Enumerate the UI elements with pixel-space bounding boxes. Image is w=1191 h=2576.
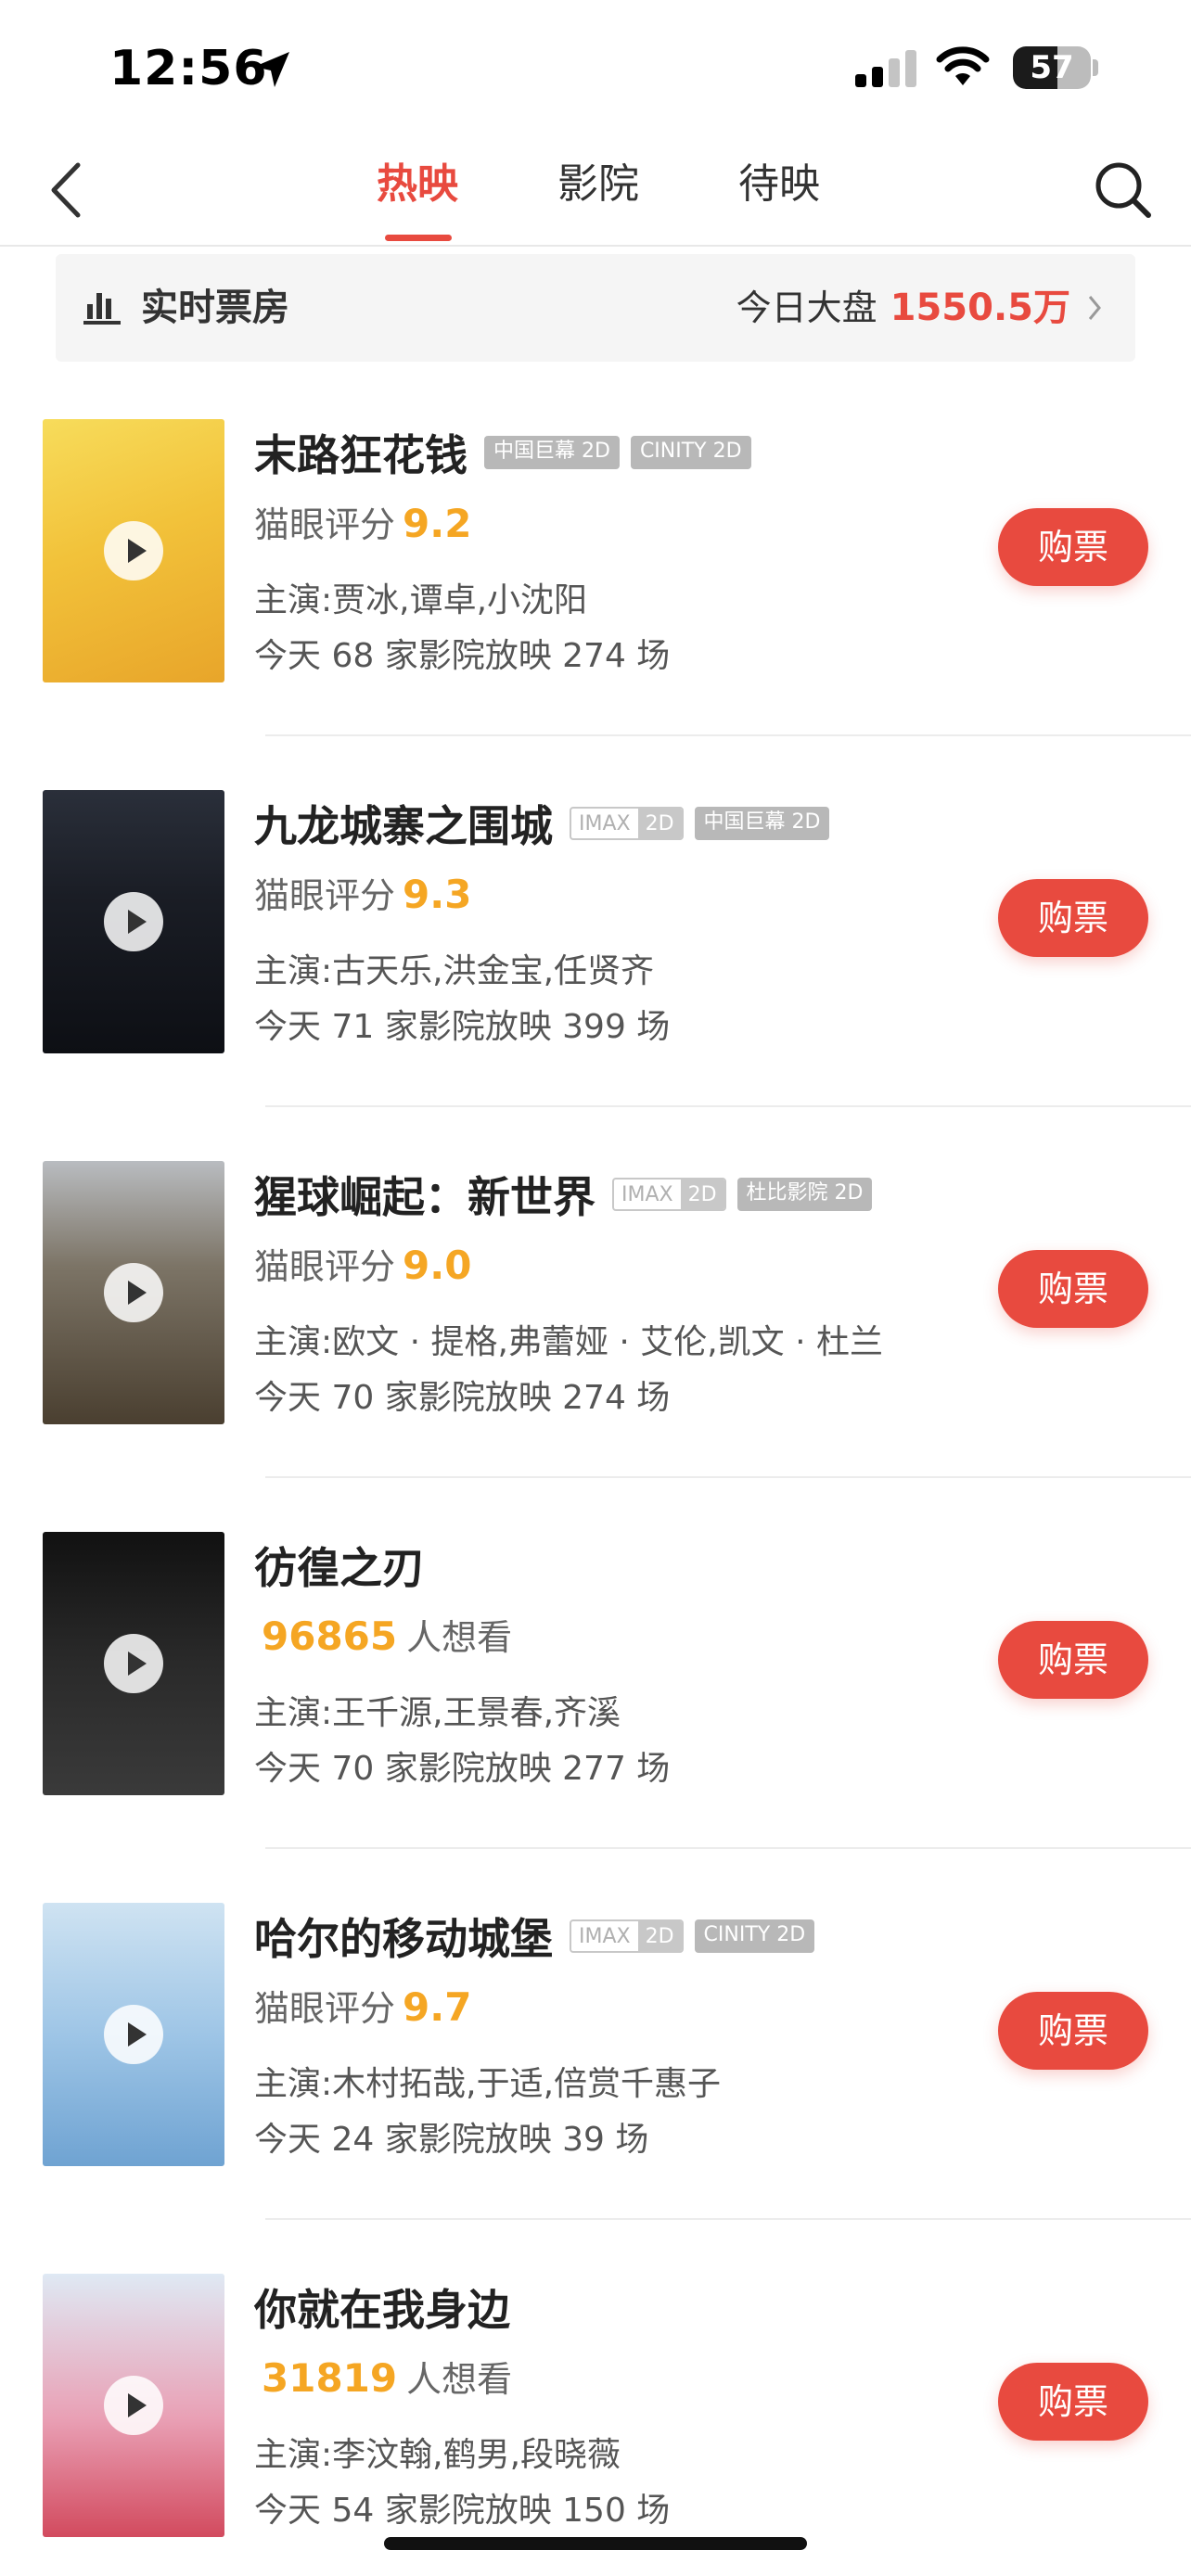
bar-chart-icon (83, 293, 121, 325)
movie-score: 猫眼评分 9.2 (254, 501, 472, 546)
play-trailer-icon[interactable] (104, 2376, 163, 2435)
divider (265, 1847, 1191, 1849)
nav-bar: 热映 影院 待映 (0, 139, 1191, 247)
buy-ticket-button[interactable]: 购票 (998, 1621, 1148, 1699)
buy-ticket-button[interactable]: 购票 (998, 1250, 1148, 1328)
play-trailer-icon[interactable] (104, 521, 163, 580)
buy-ticket-button[interactable]: 购票 (998, 2363, 1148, 2441)
movie-poster[interactable] (43, 2274, 224, 2537)
movie-cast: 主演:木村拓哉,于适,倍赏千惠子 (254, 2065, 722, 2103)
play-trailer-icon[interactable] (104, 1634, 163, 1693)
movie-poster[interactable] (43, 1532, 224, 1795)
movie-item[interactable]: 末路狂花钱 中国巨幕 2D CINITY 2D 猫眼评分 9.2 主演:贾冰,谭卓… (0, 419, 1191, 790)
movie-title: 九龙城寨之围城 (254, 801, 553, 851)
movie-poster[interactable] (43, 1903, 224, 2166)
tab-cinemas[interactable]: 影院 (533, 152, 663, 245)
cellular-signal-icon (855, 50, 916, 87)
movie-showings: 今天 70 家影院放映 274 场 (254, 1379, 671, 1417)
back-icon[interactable] (46, 158, 87, 223)
movie-cast: 主演:欧文 · 提格,弗蕾娅 · 艾伦,凯文 · 杜兰 (254, 1323, 884, 1361)
wifi-icon (936, 46, 990, 85)
movie-poster[interactable] (43, 790, 224, 1053)
buy-ticket-button[interactable]: 购票 (998, 879, 1148, 957)
status-time: 12:56 (109, 41, 268, 96)
format-tag: CINITY 2D (694, 1919, 815, 1953)
format-tag: CINITY 2D (630, 436, 751, 469)
movie-showings: 今天 54 家影院放映 150 场 (254, 2492, 671, 2530)
imax-tag: IMAX 2D (570, 807, 684, 840)
play-trailer-icon[interactable] (104, 2005, 163, 2064)
movie-cast: 主演:李汶翰,鹤男,段晓薇 (254, 2436, 621, 2474)
divider (265, 1476, 1191, 1478)
movie-cast: 主演:古天乐,洪金宝,任贤齐 (254, 952, 655, 990)
status-bar: 12:56 57 (0, 0, 1191, 139)
movie-showings: 今天 68 家影院放映 274 场 (254, 637, 671, 675)
divider (265, 734, 1191, 736)
realtime-box-office-banner[interactable]: 实时票房 今日大盘 1550.5万 (56, 254, 1135, 362)
movie-title: 末路狂花钱 (254, 430, 467, 480)
tab-coming-soon[interactable]: 待映 (714, 152, 844, 245)
tab-now-showing[interactable]: 热映 (352, 152, 482, 245)
movie-cast: 主演:王千源,王景春,齐溪 (254, 1694, 621, 1732)
today-total-label: 今日大盘 (736, 287, 877, 328)
home-indicator[interactable] (384, 2537, 807, 2550)
box-office-label: 实时票房 (141, 287, 289, 329)
movie-cast: 主演:贾冰,谭卓,小沈阳 (254, 581, 588, 619)
movie-item[interactable]: 你就在我身边 31819 人想看 主演:李汶翰,鹤男,段晓薇 今天 54 家影院放… (0, 2274, 1191, 2576)
movie-want-count: 31819 人想看 (262, 2355, 513, 2401)
imax-tag: IMAX 2D (570, 1919, 684, 1953)
movie-showings: 今天 70 家影院放映 277 场 (254, 1750, 671, 1788)
divider (265, 2218, 1191, 2220)
movie-poster[interactable] (43, 1161, 224, 1424)
movie-item[interactable]: 九龙城寨之围城 IMAX 2D 中国巨幕 2D 猫眼评分 9.3 主演:古天乐,洪金… (0, 790, 1191, 1161)
battery-percent: 57 (1030, 49, 1074, 86)
format-tag: 中国巨幕 2D (694, 807, 830, 840)
movie-score: 猫眼评分 9.7 (254, 1984, 472, 2030)
location-arrow-icon (254, 52, 289, 87)
buy-ticket-button[interactable]: 购票 (998, 1992, 1148, 2070)
chevron-right-icon (1088, 296, 1101, 320)
movie-showings: 今天 24 家影院放映 39 场 (254, 2121, 649, 2159)
tab-bar: 热映 影院 待映 (352, 152, 844, 245)
battery-indicator: 57 (1013, 46, 1098, 89)
imax-tag: IMAX 2D (612, 1178, 726, 1211)
movie-want-count: 96865 人想看 (262, 1613, 513, 1659)
movie-title: 你就在我身边 (254, 2285, 510, 2335)
divider (265, 1105, 1191, 1107)
play-trailer-icon[interactable] (104, 1263, 163, 1322)
movie-showings: 今天 71 家影院放映 399 场 (254, 1008, 671, 1046)
movie-title: 猩球崛起：新世界 (254, 1172, 596, 1222)
play-trailer-icon[interactable] (104, 892, 163, 951)
buy-ticket-button[interactable]: 购票 (998, 508, 1148, 586)
movie-score: 猫眼评分 9.0 (254, 1243, 472, 1288)
movie-score: 猫眼评分 9.3 (254, 872, 472, 917)
today-total-amount: 1550.5万 (890, 287, 1070, 329)
search-icon[interactable] (1091, 158, 1156, 223)
movie-item[interactable]: 彷徨之刃 96865 人想看 主演:王千源,王景春,齐溪 今天 70 家影院放映 … (0, 1532, 1191, 1903)
movie-item[interactable]: 猩球崛起：新世界 IMAX 2D 杜比影院 2D 猫眼评分 9.0 主演:欧文 · … (0, 1161, 1191, 1532)
movie-poster[interactable] (43, 419, 224, 682)
format-tag: 杜比影院 2D (736, 1178, 873, 1211)
format-tag: 中国巨幕 2D (484, 436, 620, 469)
movie-title: 彷徨之刃 (254, 1543, 425, 1593)
movie-item[interactable]: 哈尔的移动城堡 IMAX 2D CINITY 2D 猫眼评分 9.7 主演:木村拓哉… (0, 1903, 1191, 2274)
movie-title: 哈尔的移动城堡 (254, 1914, 553, 1964)
